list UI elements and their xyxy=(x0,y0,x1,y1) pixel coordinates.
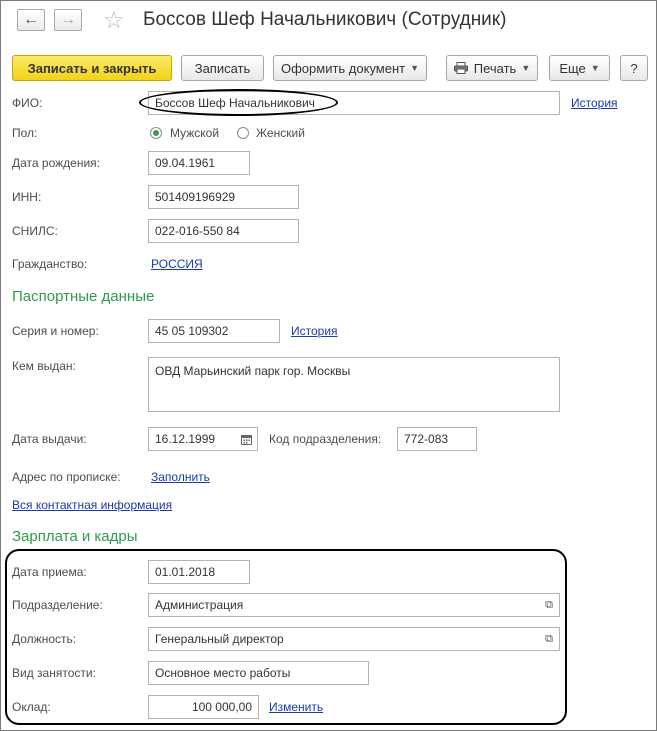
position-label: Должность: xyxy=(12,632,77,646)
forward-button[interactable]: → xyxy=(54,9,82,31)
print-label: Печать xyxy=(473,60,517,76)
passport-history-link[interactable]: История xyxy=(291,324,338,338)
print-button[interactable]: Печать ▼ xyxy=(446,55,538,81)
chevron-down-icon: ▼ xyxy=(521,63,531,73)
fio-field[interactable]: Боссов Шеф Начальникович xyxy=(148,91,560,115)
chevron-down-icon: ▼ xyxy=(590,63,600,73)
open-icon[interactable]: ⧉ xyxy=(542,598,556,612)
hire-date-field[interactable]: 01.01.2018 xyxy=(148,560,250,584)
salary-change-link[interactable]: Изменить xyxy=(269,700,323,714)
passport-series-field[interactable]: 45 05 109302 xyxy=(148,319,280,343)
address-label: Адрес по прописке: xyxy=(12,470,121,484)
snils-field[interactable]: 022-016-550 84 xyxy=(148,219,299,243)
position-field[interactable]: Генеральный директор ⧉ xyxy=(148,627,560,651)
address-fill-link[interactable]: Заполнить xyxy=(151,470,210,484)
page-title: Боссов Шеф Начальникович (Сотрудник) xyxy=(143,9,507,30)
salary-label: Оклад: xyxy=(12,700,51,714)
fio-label: ФИО: xyxy=(12,96,43,110)
chevron-down-icon: ▼ xyxy=(410,63,420,73)
save-and-close-button[interactable]: Записать и закрыть xyxy=(12,55,172,81)
gender-male-radio[interactable] xyxy=(150,127,162,139)
favorite-star-icon[interactable]: ☆ xyxy=(103,6,125,35)
department-label: Подразделение: xyxy=(12,598,103,612)
gender-female-label: Женский xyxy=(256,126,305,140)
back-button[interactable]: ← xyxy=(17,9,45,31)
employment-type-label: Вид занятости: xyxy=(12,666,96,680)
birth-date-label: Дата рождения: xyxy=(12,156,100,170)
birth-date-field[interactable]: 09.04.1961 xyxy=(148,151,250,175)
hr-section-heading: Зарплата и кадры xyxy=(12,528,138,545)
printer-icon xyxy=(453,62,468,74)
issue-date-field[interactable]: 16.12.1999 xyxy=(148,427,237,451)
issuer-label: Кем выдан: xyxy=(12,359,76,373)
dept-code-field[interactable]: 772-083 xyxy=(397,427,477,451)
calendar-button[interactable] xyxy=(236,427,258,451)
calendar-icon xyxy=(241,434,252,445)
gender-male-label: Мужской xyxy=(170,126,220,140)
gender-label: Пол: xyxy=(12,126,38,140)
inn-field[interactable]: 501409196929 xyxy=(148,185,299,209)
inn-label: ИНН: xyxy=(12,190,42,204)
more-label: Еще xyxy=(559,60,586,76)
citizenship-label: Гражданство: xyxy=(12,257,88,271)
create-document-label: Оформить документ xyxy=(280,60,406,76)
all-contacts-link[interactable]: Вся контактная информация xyxy=(12,498,172,512)
help-button[interactable]: ? xyxy=(620,55,648,81)
arrow-right-icon: → xyxy=(60,11,76,28)
gender-female-radio[interactable] xyxy=(237,127,249,139)
hire-date-label: Дата приема: xyxy=(12,565,87,579)
create-document-button[interactable]: Оформить документ ▼ xyxy=(273,55,427,81)
department-value: Администрация xyxy=(155,598,244,612)
issue-date-label: Дата выдачи: xyxy=(12,432,87,446)
citizenship-link[interactable]: РОССИЯ xyxy=(151,257,203,271)
salary-field[interactable]: 100 000,00 xyxy=(148,695,259,719)
fio-history-link[interactable]: История xyxy=(571,96,618,110)
department-field[interactable]: Администрация ⧉ xyxy=(148,593,560,617)
employment-type-field[interactable]: Основное место работы xyxy=(148,661,369,685)
save-button[interactable]: Записать xyxy=(181,55,264,81)
open-icon[interactable]: ⧉ xyxy=(542,632,556,646)
dept-code-label: Код подразделения: xyxy=(269,432,382,446)
more-button[interactable]: Еще ▼ xyxy=(549,55,610,81)
position-value: Генеральный директор xyxy=(155,632,284,646)
passport-series-label: Серия и номер: xyxy=(12,324,99,338)
issuer-field[interactable]: ОВД Марьинский парк гор. Москвы xyxy=(148,357,560,412)
arrow-left-icon: ← xyxy=(23,11,39,28)
passport-section-heading: Паспортные данные xyxy=(12,288,155,305)
snils-label: СНИЛС: xyxy=(12,224,58,238)
